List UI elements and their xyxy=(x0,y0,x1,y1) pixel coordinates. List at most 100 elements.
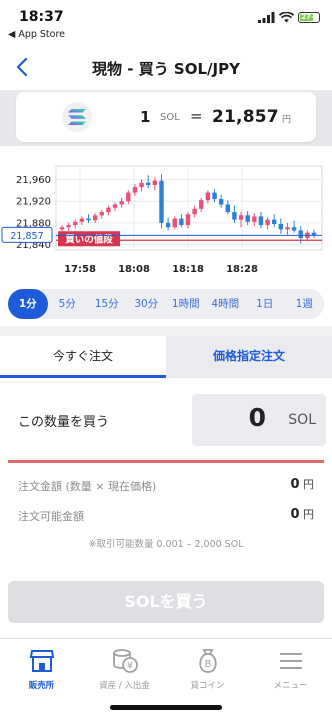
tab-immediate-order[interactable]: 今すぐ注文 xyxy=(0,336,166,378)
wifi-icon xyxy=(279,12,294,23)
candle-body xyxy=(106,207,111,213)
tradable-quantity-note: ※取引可能数量 0.001 – 2,000 SOL xyxy=(88,539,244,550)
battery-level: 27+ xyxy=(301,13,317,21)
candle-body xyxy=(252,216,257,222)
candle-body xyxy=(218,199,224,205)
nav-header: 現物 - 買う SOL/JPY xyxy=(0,44,332,90)
candle-body xyxy=(278,223,284,230)
interval-option[interactable]: 1時間 xyxy=(166,289,206,319)
currency-label: 円 xyxy=(282,115,292,125)
order-type-tabs: 今すぐ注文 価格指定注文 xyxy=(0,336,332,378)
battery-icon: 27+ xyxy=(298,12,320,23)
svg-text:B: B xyxy=(205,659,212,670)
candle-body xyxy=(99,212,104,216)
candle-body xyxy=(232,212,237,220)
hamburger-menu-icon xyxy=(280,653,302,669)
tab-lending[interactable]: B 貸コイン xyxy=(166,639,249,697)
candle-body xyxy=(66,225,71,228)
order-amount-yen: 円 xyxy=(303,478,314,491)
order-amount-value: 0 円 xyxy=(290,476,314,492)
candle-body xyxy=(205,192,211,201)
candle-body xyxy=(126,192,131,202)
quantity-value: 0 xyxy=(248,403,266,432)
interval-option[interactable]: 5分 xyxy=(48,289,88,319)
tab-menu[interactable]: メニュー xyxy=(249,639,332,697)
interval-option[interactable]: 1日 xyxy=(245,289,285,319)
candle-body xyxy=(298,230,303,239)
candle-body xyxy=(212,192,217,200)
quantity-unit: SOL xyxy=(160,112,180,123)
candle-body xyxy=(199,200,204,209)
interval-selector: 1分 5分 15分 30分 1時間 4時間 1日 1週 xyxy=(0,282,332,326)
interval-bar: 1分 5分 15分 30分 1時間 4時間 1日 1週 xyxy=(8,289,324,319)
tab-store-label: 販売所 xyxy=(28,681,55,691)
order-amount-number: 0 xyxy=(290,477,300,492)
candle-body xyxy=(73,221,78,226)
candlestick-chart[interactable]: 21,96021,92021,88021,84017:58 18:08 18:18 1… xyxy=(0,146,332,282)
available-amount-value: 0 円 xyxy=(290,506,314,522)
buy-sol-button[interactable]: SOLを買う xyxy=(8,581,324,623)
quantity-input[interactable]: 0 SOL xyxy=(192,394,326,446)
candle-body xyxy=(139,182,144,188)
tab-store[interactable]: 販売所 xyxy=(0,639,83,697)
interval-option[interactable]: 1週 xyxy=(285,289,325,319)
clock: 18:37 xyxy=(19,9,64,25)
interval-option[interactable]: 4時間 xyxy=(206,289,246,319)
x-tick-label: 17:58 xyxy=(64,264,96,275)
status-icons: 27+ xyxy=(258,12,320,23)
candle-body xyxy=(152,180,158,185)
quantity-display: 1 xyxy=(140,108,151,126)
tab-limit-order[interactable]: 価格指定注文 xyxy=(166,336,332,378)
candle-body xyxy=(179,218,184,226)
candle-body xyxy=(272,219,277,224)
candle-body xyxy=(146,182,151,185)
x-tick-label: 18:08 xyxy=(118,264,150,275)
price-card: 1 SOL = 21,857 円 xyxy=(16,92,316,142)
candle-body xyxy=(245,215,250,222)
available-amount-label: 注文可能金額 xyxy=(18,510,84,523)
candle-body xyxy=(285,227,290,230)
candle-body xyxy=(79,218,85,222)
candle-body xyxy=(132,187,138,193)
candle-body xyxy=(172,218,177,228)
current-price-label: 21,857 xyxy=(10,231,43,242)
price-card-area: 1 SOL = 21,857 円 xyxy=(0,90,332,146)
bitcoin-bag-icon: B xyxy=(199,649,217,673)
available-amount-yen: 円 xyxy=(303,508,314,521)
buy-button-area: SOLを買う xyxy=(0,568,332,638)
interval-option[interactable]: 1分 xyxy=(8,289,48,319)
home-indicator xyxy=(110,705,222,710)
price-chart[interactable]: 21,960 21,920 21,880 21,840 17:58 18:08 18:18 1… xyxy=(0,146,332,282)
tab-menu-label: メニュー xyxy=(273,681,308,691)
coins-yen-icon: ¥ xyxy=(113,649,138,673)
candle-body xyxy=(59,227,65,230)
order-amount-label: 注文金額 (数量 × 現在価格) xyxy=(18,480,157,493)
candle-body xyxy=(119,201,124,205)
candle-body xyxy=(185,214,191,226)
candle-body xyxy=(225,204,230,213)
tab-assets-label: 資産 / 入出金 xyxy=(99,681,150,691)
candle-body xyxy=(238,215,244,220)
x-tick-label: 18:18 xyxy=(172,264,204,275)
back-to-app-store-link[interactable]: ◀ App Store xyxy=(8,29,65,40)
y-tick-label: 21,920 xyxy=(16,197,51,208)
status-bar: 18:37 ◀ App Store 27+ xyxy=(0,0,332,44)
candle-body xyxy=(165,222,171,228)
candle-body xyxy=(291,227,297,231)
candle-body xyxy=(112,204,118,208)
y-tick-label: 21,960 xyxy=(16,175,51,186)
interval-option[interactable]: 30分 xyxy=(127,289,167,319)
cellular-signal-icon xyxy=(258,12,275,23)
candle-body xyxy=(258,216,264,226)
order-form: この数量を買う 0 SOL 注文金額 (数量 × 現在価格) 0 円 注文可能金… xyxy=(0,378,332,568)
candle-body xyxy=(265,219,270,226)
tab-assets[interactable]: ¥ 資産 / 入出金 xyxy=(83,639,166,697)
interval-option[interactable]: 15分 xyxy=(87,289,127,319)
quantity-label: この数量を買う xyxy=(18,415,110,430)
tab-lending-label: 貸コイン xyxy=(190,681,225,691)
candle-body xyxy=(159,180,164,223)
available-amount-number: 0 xyxy=(290,507,300,522)
x-tick-label: 18:28 xyxy=(226,264,258,275)
candle-body xyxy=(192,208,197,215)
solana-logo-icon xyxy=(62,102,92,132)
